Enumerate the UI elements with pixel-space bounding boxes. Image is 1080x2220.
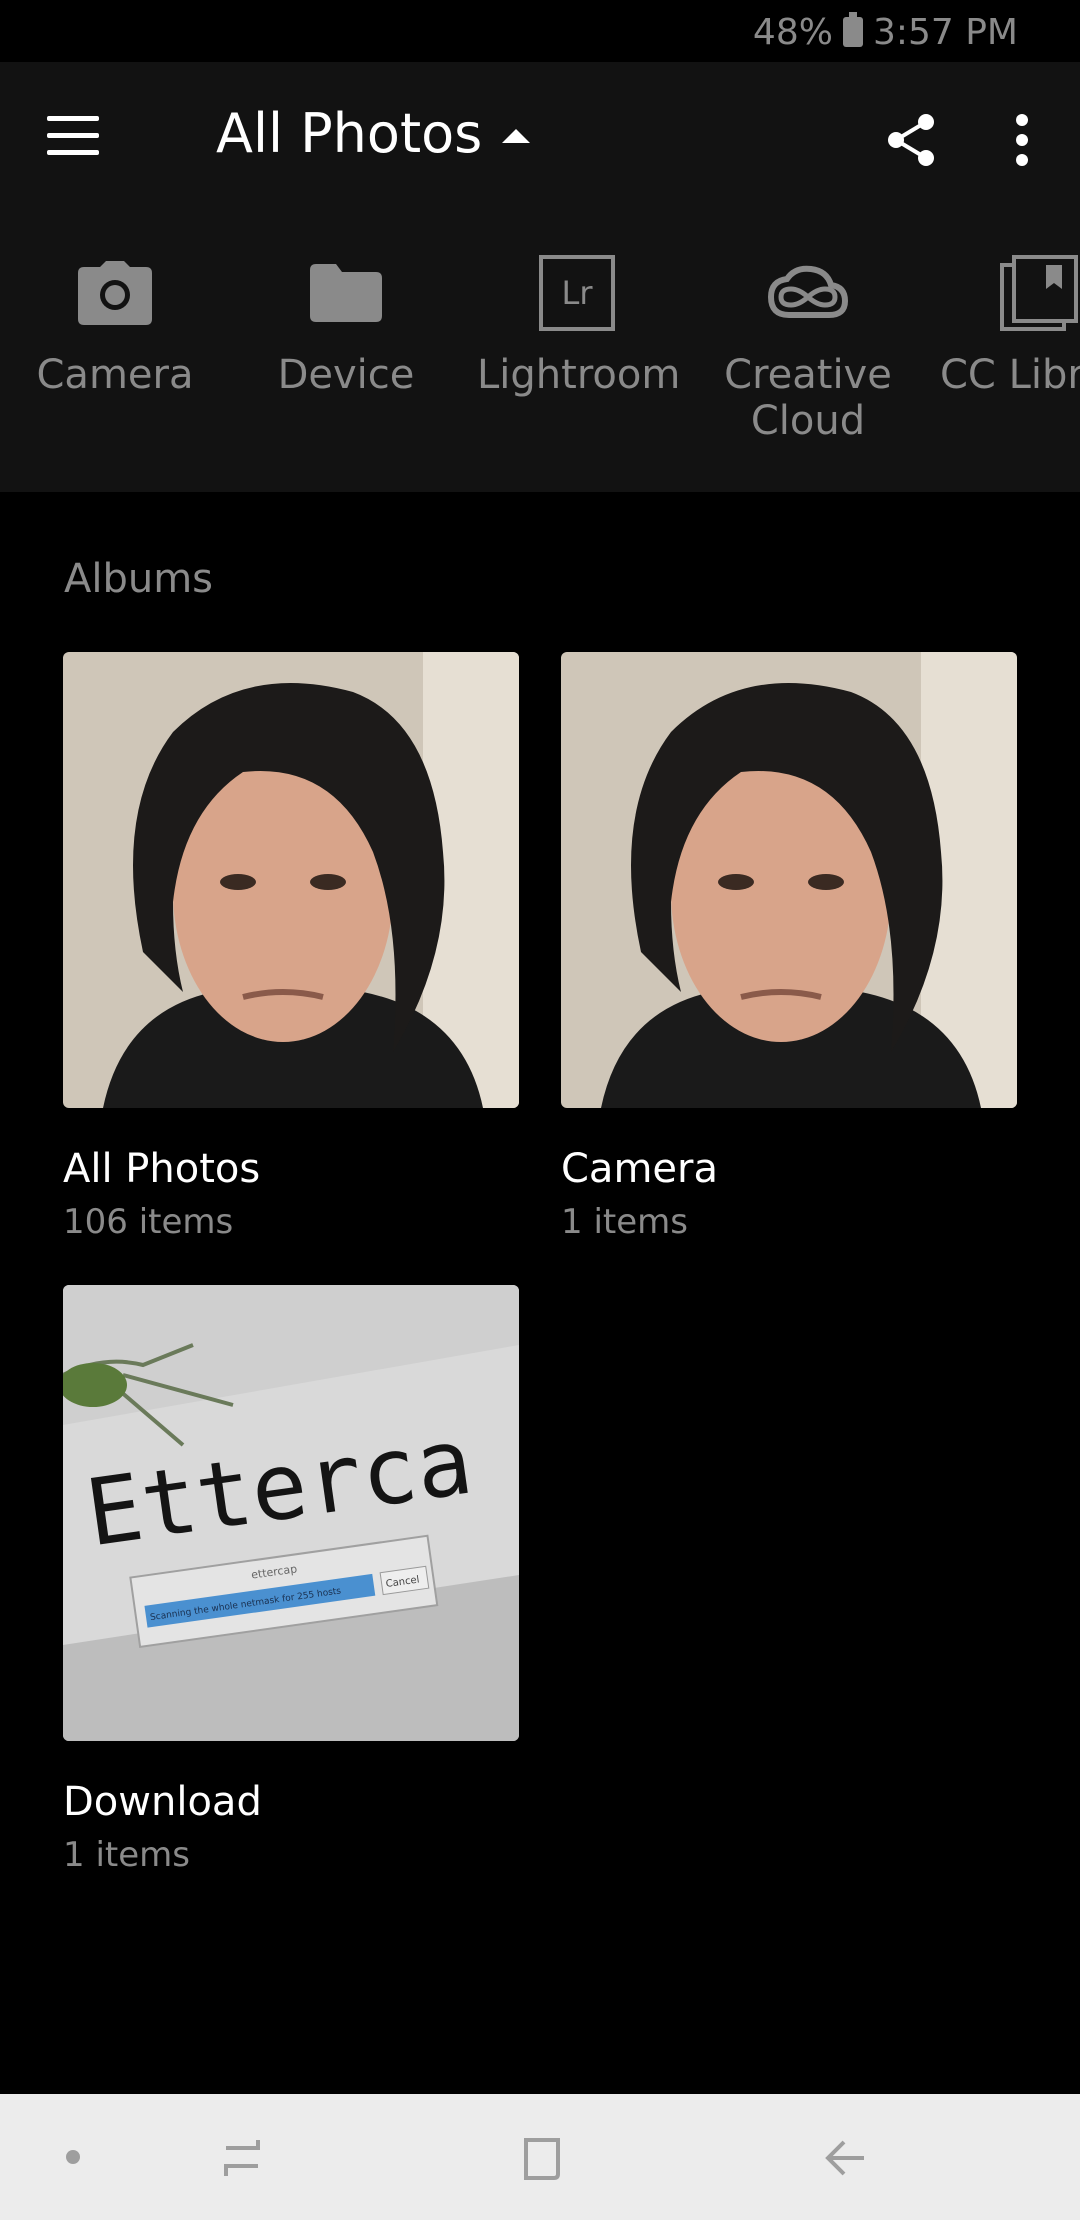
creative-cloud-icon [767,265,849,318]
source-label: Camera [36,352,194,398]
menu-icon[interactable] [47,116,99,156]
album-name: All Photos [63,1146,261,1192]
share-icon[interactable] [884,112,940,168]
source-label: Lightroom [477,352,681,398]
cc-libraries-icon [1000,255,1078,331]
album-thumbnail[interactable]: Etterca ettercap Scanning the whole netm… [63,1285,519,1741]
more-vert-icon[interactable] [998,112,1046,168]
album-camera[interactable]: Camera 1 items [561,652,1017,1242]
source-label: Creative Cloud [724,352,892,444]
album-selector[interactable]: All Photos [216,102,531,165]
album-all-photos[interactable]: All Photos 106 items [63,652,519,1242]
page-title: All Photos [216,102,483,165]
nav-dot-icon[interactable] [66,2150,80,2164]
screen-photo: Etterca ettercap Scanning the whole netm… [63,1285,519,1741]
app-bar: All Photos [0,62,1080,212]
clock: 3:57 PM [872,11,1018,53]
album-thumbnail[interactable] [561,652,1017,1108]
source-lightroom[interactable]: Lr Lightroom [477,248,681,398]
camera-icon [78,261,152,325]
sources-row: Camera Device Lr Lightroom Creative Clou… [0,212,1080,492]
album-name: Camera [561,1146,718,1192]
battery-percent: 48% [752,11,833,53]
lightroom-icon: Lr [539,255,615,331]
album-download[interactable]: Etterca ettercap Scanning the whole netm… [63,1285,519,1875]
lightroom-icon-text: Lr [561,274,593,312]
album-count: 1 items [63,1835,190,1875]
album-name: Download [63,1779,262,1825]
navigation-bar [0,2094,1080,2220]
folder-icon [310,264,382,322]
battery-icon [842,12,863,47]
home-icon[interactable] [518,2134,566,2182]
status-bar: 48% 3:57 PM [0,0,1080,62]
caret-up-icon [502,128,531,143]
source-creative-cloud[interactable]: Creative Cloud [708,248,908,444]
back-icon[interactable] [822,2134,870,2182]
album-count: 1 items [561,1202,688,1242]
source-cc-libraries[interactable]: CC Libr [938,248,1080,398]
source-device[interactable]: Device [246,248,446,398]
portrait-photo [561,652,1017,1108]
album-count: 106 items [63,1202,234,1242]
source-label: CC Libr [940,352,1080,398]
source-label: Device [277,352,415,398]
album-thumbnail[interactable] [63,652,519,1108]
recent-apps-icon[interactable] [218,2134,266,2182]
portrait-photo [63,652,519,1108]
status-indicators: 48% 3:57 PM [753,8,1018,56]
source-camera[interactable]: Camera [15,248,215,398]
albums-header: Albums [64,556,214,602]
